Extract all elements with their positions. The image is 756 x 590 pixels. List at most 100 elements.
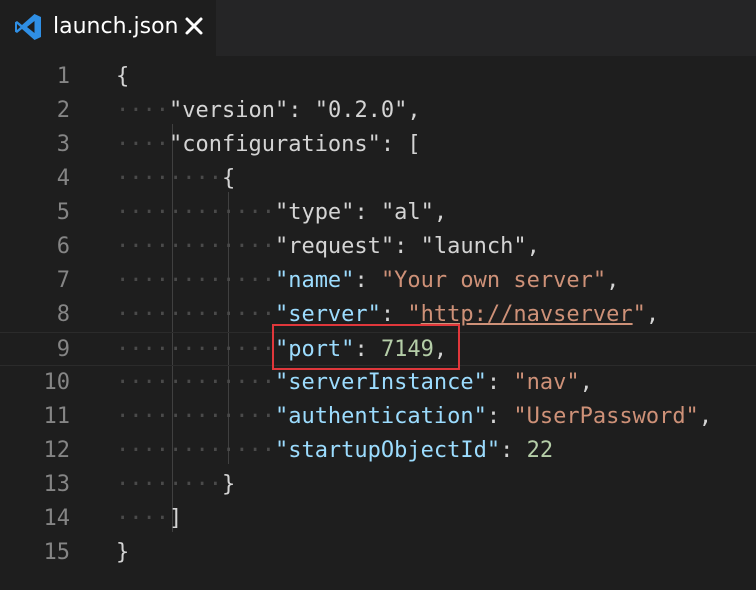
whitespace-marker: ············ bbox=[116, 200, 275, 225]
line-number: 10 bbox=[43, 370, 71, 395]
editor-window: launch.json 1{2 ····"version": "0.2.0", 3 ·… bbox=[0, 0, 756, 590]
code-text: ········{ bbox=[116, 162, 235, 196]
code-text: ········} bbox=[116, 468, 235, 502]
code-token: " bbox=[407, 302, 421, 327]
code-token: 22 bbox=[526, 438, 554, 463]
line-number: 15 bbox=[43, 540, 71, 565]
tab-launch-json[interactable]: launch.json bbox=[0, 0, 216, 56]
line-number: 8 bbox=[56, 302, 70, 327]
code-token: "authentication" bbox=[274, 404, 487, 429]
tab-label: launch.json bbox=[53, 14, 179, 39]
whitespace-marker: ···· bbox=[116, 132, 169, 157]
code-token: "UserPassword" bbox=[513, 404, 699, 429]
code-token: { bbox=[221, 166, 236, 191]
code-token: : [ bbox=[380, 132, 421, 157]
code-editor[interactable]: 1{2 ····"version": "0.2.0", 3 ····"configur… bbox=[0, 56, 756, 590]
code-line[interactable]: 9 ············"port": 7149, bbox=[0, 332, 756, 366]
line-number: 9 bbox=[56, 337, 70, 362]
whitespace-marker: ············ bbox=[116, 302, 275, 327]
code-text: ············"name": "Your own server", bbox=[116, 264, 619, 298]
code-token: "port" bbox=[274, 337, 355, 362]
code-token: "startupObjectId" bbox=[274, 438, 501, 463]
code-line[interactable]: 4 ········{ bbox=[0, 162, 756, 196]
line-number: 3 bbox=[56, 132, 70, 157]
code-token: "request" bbox=[274, 234, 395, 259]
code-token: : bbox=[354, 200, 381, 225]
code-token: , bbox=[698, 404, 713, 429]
code-token: "configurations" bbox=[168, 132, 381, 157]
code-text: { bbox=[116, 60, 129, 94]
code-token: : bbox=[486, 404, 514, 429]
code-line[interactable]: 7 ············"name": "Your own server", bbox=[0, 264, 756, 298]
code-line[interactable]: 10 ············"serverInstance": "nav", bbox=[0, 366, 756, 400]
vscode-icon bbox=[15, 14, 41, 40]
code-token: "version" bbox=[168, 98, 289, 123]
code-token: : bbox=[486, 370, 514, 395]
code-line[interactable]: 5 ············"type": "al", bbox=[0, 196, 756, 230]
line-number: 7 bbox=[56, 268, 70, 293]
code-token: "0.2.0" bbox=[314, 98, 408, 123]
tab-bar: launch.json bbox=[0, 0, 756, 56]
code-line[interactable]: 6 ············"request": "launch", bbox=[0, 230, 756, 264]
code-token: " bbox=[632, 302, 646, 327]
whitespace-marker: ············ bbox=[116, 438, 275, 463]
code-token: , bbox=[433, 337, 448, 362]
code-token: 7149 bbox=[380, 337, 434, 362]
code-token: } bbox=[116, 540, 130, 565]
whitespace-marker: ············ bbox=[116, 337, 275, 362]
code-token: : bbox=[354, 268, 381, 293]
code-text: ····"configurations": [ bbox=[116, 128, 421, 162]
code-token: : bbox=[380, 302, 408, 327]
code-text: ············"request": "launch", bbox=[116, 230, 540, 264]
code-token: "type" bbox=[274, 200, 355, 225]
line-number: 2 bbox=[56, 98, 70, 123]
code-token: http://navserver bbox=[420, 302, 633, 327]
line-number: 6 bbox=[56, 234, 70, 259]
line-number: 14 bbox=[43, 506, 71, 531]
whitespace-marker: ············ bbox=[116, 404, 275, 429]
code-text: ············"serverInstance": "nav", bbox=[116, 366, 593, 400]
code-line[interactable]: 11 ············"authentication": "UserPas… bbox=[0, 400, 756, 434]
code-token: , bbox=[579, 370, 593, 395]
code-token: , bbox=[526, 234, 540, 259]
whitespace-marker: ···· bbox=[116, 98, 169, 123]
whitespace-marker: ············ bbox=[116, 268, 275, 293]
line-number: 13 bbox=[43, 472, 71, 497]
code-text: ············"port": 7149, bbox=[116, 333, 447, 367]
code-token: } bbox=[221, 472, 236, 497]
whitespace-marker: ············ bbox=[116, 370, 275, 395]
code-text: ····] bbox=[116, 502, 182, 536]
code-token: : bbox=[394, 234, 421, 259]
code-text: ············"authentication": "UserPassw… bbox=[116, 400, 712, 434]
code-token: , bbox=[407, 98, 421, 123]
code-text: ····"version": "0.2.0", bbox=[116, 94, 421, 128]
code-token: : bbox=[354, 337, 381, 362]
line-number: 1 bbox=[56, 64, 70, 89]
code-line[interactable]: 1{ bbox=[0, 60, 756, 94]
code-token: "launch" bbox=[420, 234, 527, 259]
code-line[interactable]: 13 ········} bbox=[0, 468, 756, 502]
close-icon[interactable] bbox=[184, 16, 204, 36]
code-token: "name" bbox=[274, 268, 355, 293]
line-number: 12 bbox=[43, 438, 71, 463]
whitespace-marker: ············ bbox=[116, 234, 275, 259]
code-token: "serverInstance" bbox=[274, 370, 487, 395]
code-token: "nav" bbox=[513, 370, 580, 395]
code-token: "Your own server" bbox=[380, 268, 607, 293]
code-token: , bbox=[645, 302, 660, 327]
code-line[interactable]: 14 ····] bbox=[0, 502, 756, 536]
whitespace-marker: ···· bbox=[116, 506, 169, 531]
code-line[interactable]: 8 ············"server": "http://navserver… bbox=[0, 298, 756, 332]
code-text: ············"type": "al", bbox=[116, 196, 447, 230]
code-line[interactable]: 12 ············"startupObjectId": 22 bbox=[0, 434, 756, 468]
whitespace-marker: ········ bbox=[116, 166, 222, 191]
line-number: 5 bbox=[56, 200, 70, 225]
code-text: } bbox=[116, 536, 129, 570]
line-number: 11 bbox=[43, 404, 71, 429]
code-token: ] bbox=[168, 506, 183, 531]
code-line[interactable]: 3 ····"configurations": [ bbox=[0, 128, 756, 162]
code-line[interactable]: 2 ····"version": "0.2.0", bbox=[0, 94, 756, 128]
code-token: , bbox=[606, 268, 620, 293]
code-token: , bbox=[433, 200, 448, 225]
code-line[interactable]: 15} bbox=[0, 536, 756, 570]
